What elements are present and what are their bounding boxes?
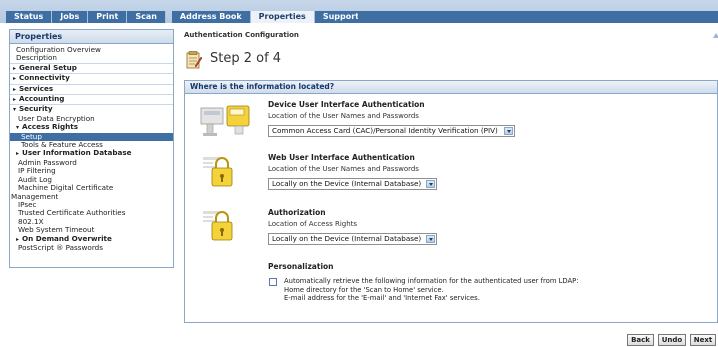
sidebar-item-label: On Demand Overwrite bbox=[22, 233, 112, 243]
back-button[interactable]: Back bbox=[627, 334, 654, 346]
step-indicator: Step 2 of 4 bbox=[210, 51, 282, 66]
sidebar-item-label: Services bbox=[19, 83, 54, 93]
sidebar-item-label: General Setup bbox=[19, 62, 77, 72]
properties-sidebar: Properties Configuration Overview Descri… bbox=[9, 29, 174, 268]
sidebar-item-label: Connectivity bbox=[19, 73, 70, 83]
web-ui-auth-title: Web User Interface Authentication bbox=[268, 153, 415, 162]
chevron-down-icon[interactable] bbox=[426, 180, 435, 188]
tab-bar-filler bbox=[358, 11, 718, 23]
undo-button[interactable]: Undo bbox=[658, 334, 686, 346]
next-button[interactable]: Next bbox=[690, 334, 716, 346]
device-ui-auth-title: Device User Interface Authentication bbox=[268, 100, 425, 109]
sidebar-item-label: User Information Database bbox=[22, 148, 132, 158]
personalization-email-note: E-mail address for the 'E-mail' and 'Int… bbox=[284, 294, 480, 302]
authorization-selected-value: Locally on the Device (Internal Database… bbox=[272, 234, 422, 243]
lock-icon bbox=[203, 211, 233, 241]
web-ui-auth-selected-value: Locally on the Device (Internal Database… bbox=[272, 179, 422, 188]
sidebar-title: Properties bbox=[10, 30, 173, 44]
tab-print[interactable]: Print bbox=[88, 11, 128, 23]
breadcrumb: Authentication Configuration bbox=[184, 31, 299, 39]
lock-icon bbox=[203, 157, 233, 187]
authorization-title: Authorization bbox=[268, 208, 326, 217]
personalization-title: Personalization bbox=[268, 262, 334, 271]
panel-title: Where is the information located? bbox=[185, 81, 717, 94]
personalization-home-directory-note: Home directory for the 'Scan to Home' se… bbox=[284, 286, 444, 294]
sidebar-item-label: Access Rights bbox=[22, 122, 78, 132]
top-navigation-bar: Status Jobs Print Scan Address Book Prop… bbox=[0, 0, 718, 23]
card-reader-device-icon bbox=[200, 105, 250, 136]
tab-status[interactable]: Status bbox=[6, 11, 53, 23]
authentication-location-panel: Where is the information located? Device… bbox=[184, 80, 718, 323]
sidebar-item-label: Security bbox=[19, 104, 53, 114]
chevron-down-icon[interactable] bbox=[504, 127, 513, 135]
sidebar-item-label: Accounting bbox=[19, 94, 65, 104]
device-ui-auth-selected-value: Common Access Card (CAC)/Personal Identi… bbox=[272, 126, 498, 135]
web-ui-auth-select[interactable]: Locally on the Device (Internal Database… bbox=[268, 178, 437, 190]
personalization-description: Automatically retrieve the following inf… bbox=[284, 277, 579, 285]
tab-jobs[interactable]: Jobs bbox=[52, 11, 89, 23]
chevron-down-icon[interactable] bbox=[426, 235, 435, 243]
tab-address-book[interactable]: Address Book bbox=[171, 11, 251, 23]
web-ui-auth-subtitle: Location of the User Names and Passwords bbox=[268, 165, 419, 173]
tab-scan[interactable]: Scan bbox=[127, 11, 166, 23]
main-tabs: Status Jobs Print Scan Address Book Prop… bbox=[6, 11, 368, 23]
ldap-personalization-checkbox[interactable] bbox=[269, 278, 277, 286]
authorization-subtitle: Location of Access Rights bbox=[268, 220, 358, 228]
tab-properties[interactable]: Properties bbox=[250, 11, 315, 23]
sidebar-item-postscript-passwords[interactable]: PostScript ® Passwords bbox=[10, 243, 173, 252]
device-ui-auth-subtitle: Location of the User Names and Passwords bbox=[268, 112, 419, 120]
scroll-up-arrow-icon[interactable] bbox=[713, 30, 718, 38]
authorization-select[interactable]: Locally on the Device (Internal Database… bbox=[268, 233, 437, 245]
wizard-step-icon bbox=[186, 51, 202, 69]
device-ui-auth-select[interactable]: Common Access Card (CAC)/Personal Identi… bbox=[268, 125, 515, 137]
